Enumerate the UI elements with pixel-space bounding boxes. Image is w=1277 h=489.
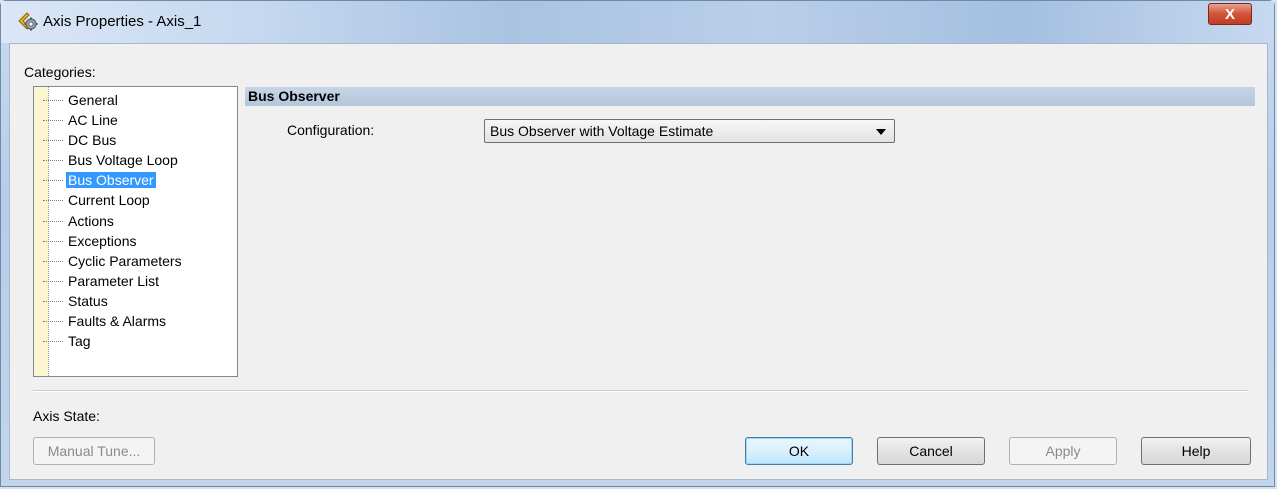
divider <box>33 390 1248 392</box>
tree-item-ac-line[interactable]: AC Line <box>34 111 184 131</box>
axis-state-label: Axis State: <box>33 408 100 424</box>
categories-list: General AC Line DC Bus Bus Voltage Loop … <box>34 91 184 352</box>
configuration-select[interactable]: Bus Observer with Voltage Estimate <box>484 119 895 143</box>
tree-item-label: Bus Observer <box>66 172 156 189</box>
close-button[interactable]: X <box>1208 3 1252 25</box>
tree-item-current-loop[interactable]: Current Loop <box>34 191 184 211</box>
section-header: Bus Observer <box>245 87 1255 106</box>
configuration-value: Bus Observer with Voltage Estimate <box>490 123 714 139</box>
tree-item-label: DC Bus <box>68 132 117 149</box>
window-title: Axis Properties - Axis_1 <box>43 13 202 30</box>
help-button[interactable]: Help <box>1141 437 1251 465</box>
tree-item-parameter-list[interactable]: Parameter List <box>34 272 184 292</box>
tree-item-dc-bus[interactable]: DC Bus <box>34 131 184 151</box>
tree-item-label: AC Line <box>68 112 118 129</box>
categories-tree[interactable]: General AC Line DC Bus Bus Voltage Loop … <box>33 86 238 377</box>
tree-item-exceptions[interactable]: Exceptions <box>34 232 184 252</box>
tree-item-label: Current Loop <box>68 192 150 209</box>
categories-label: Categories: <box>24 64 96 80</box>
cancel-button[interactable]: Cancel <box>877 437 985 465</box>
axis-gear-icon <box>17 11 38 31</box>
tree-item-label: Parameter List <box>68 272 160 289</box>
tree-item-label: Exceptions <box>68 232 137 249</box>
tree-item-label: Bus Voltage Loop <box>68 152 178 169</box>
tree-item-bus-observer[interactable]: Bus Observer <box>34 171 184 191</box>
tree-item-general[interactable]: General <box>34 91 184 111</box>
manual-tune-button[interactable]: Manual Tune... <box>33 437 155 465</box>
tree-item-label: General <box>68 92 118 108</box>
ok-button[interactable]: OK <box>745 437 853 465</box>
tree-item-faults-alarms[interactable]: Faults & Alarms <box>34 312 184 332</box>
apply-button[interactable]: Apply <box>1009 437 1117 465</box>
tree-item-status[interactable]: Status <box>34 292 184 312</box>
tree-item-label: Cyclic Parameters <box>68 252 182 269</box>
title-bar[interactable]: Axis Properties - Axis_1 X <box>1 1 1274 43</box>
configuration-label: Configuration: <box>287 122 375 138</box>
tree-item-cyclic-parameters[interactable]: Cyclic Parameters <box>34 252 184 272</box>
tree-item-actions[interactable]: Actions <box>34 212 184 232</box>
tree-item-label: Faults & Alarms <box>68 313 167 330</box>
close-icon: X <box>1224 5 1235 23</box>
tree-item-label: Tag <box>68 333 91 350</box>
tree-item-tag[interactable]: Tag <box>34 332 184 352</box>
chevron-down-icon <box>876 129 886 135</box>
tree-item-label: Status <box>68 292 108 309</box>
tree-item-label: Actions <box>68 212 114 229</box>
tree-item-bus-voltage-loop[interactable]: Bus Voltage Loop <box>34 151 184 171</box>
